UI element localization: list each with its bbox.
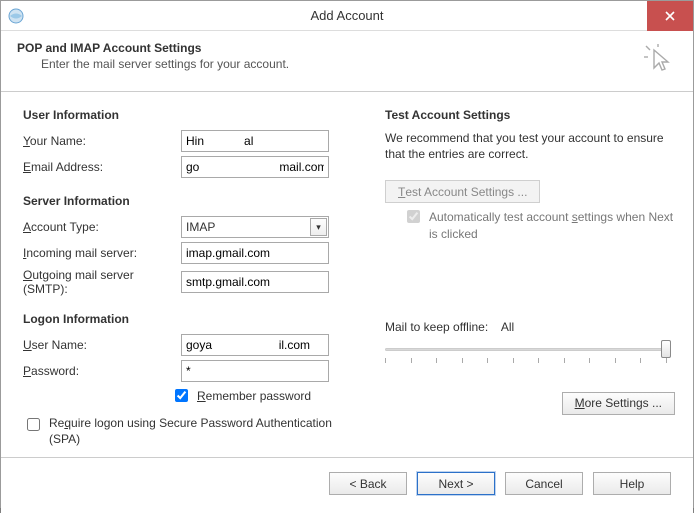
email-label: Email Address: bbox=[23, 160, 181, 174]
mail-keep-label: Mail to keep offline: bbox=[385, 320, 488, 334]
password-label: Password: bbox=[23, 364, 181, 378]
user-name-input[interactable] bbox=[181, 334, 329, 356]
require-spa-checkbox[interactable] bbox=[27, 418, 40, 431]
incoming-label: Incoming mail server: bbox=[23, 246, 181, 260]
left-column: User Information Your Name: Email Addres… bbox=[23, 108, 363, 447]
right-column: Test Account Settings We recommend that … bbox=[373, 108, 675, 447]
cursor-icon bbox=[643, 43, 677, 77]
account-type-value: IMAP bbox=[186, 218, 215, 236]
help-button[interactable]: Help bbox=[593, 472, 671, 495]
section-logon-info: Logon Information bbox=[23, 312, 363, 326]
add-account-dialog: Add Account POP and IMAP Account Setting… bbox=[0, 0, 694, 508]
require-spa-label: Require logon using Secure Password Auth… bbox=[49, 415, 349, 447]
your-name-label: Your Name: bbox=[23, 134, 181, 148]
section-server-info: Server Information bbox=[23, 194, 363, 208]
chevron-down-icon: ▾ bbox=[310, 218, 327, 236]
app-icon bbox=[7, 7, 25, 25]
account-type-label: Account Type: bbox=[23, 220, 181, 234]
content-area: User Information Your Name: Email Addres… bbox=[1, 92, 693, 457]
auto-test-checkbox[interactable] bbox=[407, 210, 420, 223]
header-subtitle: Enter the mail server settings for your … bbox=[17, 57, 643, 71]
mail-keep-row: Mail to keep offline: All bbox=[385, 320, 675, 364]
remember-password-label: Remember password bbox=[197, 389, 311, 403]
account-type-select[interactable]: IMAP ▾ bbox=[181, 216, 329, 238]
slider-thumb[interactable] bbox=[661, 340, 671, 358]
test-account-description: We recommend that you test your account … bbox=[385, 130, 675, 162]
header-title: POP and IMAP Account Settings bbox=[17, 41, 643, 55]
back-button[interactable]: < Back bbox=[329, 472, 407, 495]
more-settings-button[interactable]: More Settings ... bbox=[562, 392, 675, 415]
mail-keep-slider[interactable] bbox=[385, 340, 667, 364]
cancel-button[interactable]: Cancel bbox=[505, 472, 583, 495]
window-title: Add Account bbox=[1, 8, 693, 23]
outgoing-input[interactable] bbox=[181, 271, 329, 293]
incoming-input[interactable] bbox=[181, 242, 329, 264]
password-input[interactable] bbox=[181, 360, 329, 382]
section-user-info: User Information bbox=[23, 108, 363, 122]
next-button[interactable]: Next > bbox=[417, 472, 495, 495]
close-button[interactable] bbox=[647, 1, 693, 31]
section-test-account: Test Account Settings bbox=[385, 108, 675, 122]
mail-keep-value: All bbox=[501, 320, 514, 334]
user-name-label: User Name: bbox=[23, 338, 181, 352]
remember-password-checkbox[interactable] bbox=[175, 389, 188, 402]
header: POP and IMAP Account Settings Enter the … bbox=[1, 31, 693, 92]
outgoing-label: Outgoing mail server (SMTP): bbox=[23, 268, 181, 296]
auto-test-label: Automatically test account settings when… bbox=[429, 209, 675, 241]
your-name-input[interactable] bbox=[181, 130, 329, 152]
email-input[interactable] bbox=[181, 156, 329, 178]
titlebar: Add Account bbox=[1, 1, 693, 31]
footer-buttons: < Back Next > Cancel Help bbox=[1, 457, 693, 513]
test-account-settings-button[interactable]: Test Account Settings ... bbox=[385, 180, 540, 203]
